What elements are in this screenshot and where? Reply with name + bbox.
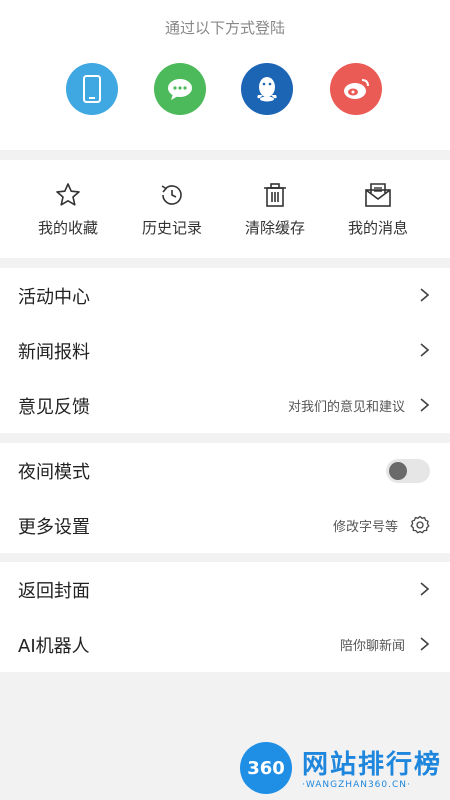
menu-group-1: 活动中心 新闻报料 意见反馈 对我们的意见和建议 bbox=[0, 268, 450, 433]
menu-item-back-to-cover[interactable]: 返回封面 bbox=[0, 562, 450, 617]
chevron-right-icon bbox=[420, 582, 429, 596]
night-mode-toggle[interactable] bbox=[386, 459, 430, 483]
menu-item-more-settings[interactable]: 更多设置 修改字号等 bbox=[0, 498, 450, 553]
menu-item-night-mode: 夜间模式 bbox=[0, 443, 450, 498]
phone-icon bbox=[83, 75, 101, 103]
watermark-subtitle: ·WANGZHAN360.CN· bbox=[302, 780, 411, 790]
back-to-cover-label: 返回封面 bbox=[18, 581, 90, 602]
wechat-icon bbox=[168, 79, 192, 100]
clear-cache-label: 清除缓存 bbox=[244, 219, 305, 237]
favorites-label: 我的收藏 bbox=[37, 219, 98, 237]
login-title: 通过以下方式登陆 bbox=[164, 19, 285, 37]
phone-login-button[interactable] bbox=[66, 63, 118, 115]
login-options bbox=[0, 63, 450, 115]
wechat-login-button[interactable] bbox=[154, 63, 206, 115]
qq-login-button[interactable] bbox=[241, 63, 293, 115]
quick-actions-bar: 我的收藏 历史记录 清除缓存 我的消息 bbox=[0, 160, 450, 258]
site-watermark: 360 网站排行榜 ·WANGZHAN360.CN· bbox=[236, 738, 446, 798]
watermark-title: 网站排行榜 bbox=[302, 750, 443, 780]
menu-item-news-tips[interactable]: 新闻报料 bbox=[0, 323, 450, 378]
more-settings-label: 更多设置 bbox=[18, 517, 90, 538]
chevron-right-icon bbox=[420, 398, 429, 412]
favorites-button[interactable]: 我的收藏 bbox=[18, 160, 118, 258]
menu-group-3: 返回封面 AI机器人 陪你聊新闻 bbox=[0, 562, 450, 672]
login-section: 通过以下方式登陆 bbox=[0, 0, 450, 150]
gear-icon bbox=[410, 515, 430, 534]
menu-item-ai-robot[interactable]: AI机器人 陪你聊新闻 bbox=[0, 617, 450, 672]
night-mode-label: 夜间模式 bbox=[18, 462, 90, 483]
more-settings-hint: 修改字号等 bbox=[332, 520, 398, 535]
history-button[interactable]: 历史记录 bbox=[122, 160, 222, 258]
weibo-login-button[interactable] bbox=[330, 63, 382, 115]
star-icon bbox=[56, 183, 80, 206]
chevron-right-icon bbox=[420, 343, 429, 357]
news-tips-label: 新闻报料 bbox=[18, 342, 90, 363]
ai-robot-hint: 陪你聊新闻 bbox=[339, 639, 405, 654]
messages-label: 我的消息 bbox=[347, 219, 408, 237]
watermark-logo: 360 bbox=[240, 742, 292, 794]
feedback-hint: 对我们的意见和建议 bbox=[287, 400, 405, 415]
qq-icon bbox=[257, 77, 277, 102]
menu-item-activity-center[interactable]: 活动中心 bbox=[0, 268, 450, 323]
history-label: 历史记录 bbox=[141, 219, 202, 237]
chevron-right-icon bbox=[420, 637, 429, 651]
activity-center-label: 活动中心 bbox=[18, 287, 90, 308]
feedback-label: 意见反馈 bbox=[18, 397, 90, 418]
menu-item-feedback[interactable]: 意见反馈 对我们的意见和建议 bbox=[0, 378, 450, 433]
menu-group-2: 夜间模式 更多设置 修改字号等 bbox=[0, 443, 450, 553]
messages-button[interactable]: 我的消息 bbox=[328, 160, 428, 258]
toggle-knob bbox=[389, 462, 407, 480]
clear-cache-button[interactable]: 清除缓存 bbox=[225, 160, 325, 258]
chevron-right-icon bbox=[420, 288, 429, 302]
weibo-icon bbox=[344, 79, 369, 99]
trash-icon bbox=[264, 183, 286, 207]
history-icon bbox=[161, 185, 182, 205]
mail-icon bbox=[365, 183, 391, 207]
ai-robot-label: AI机器人 bbox=[18, 636, 90, 657]
